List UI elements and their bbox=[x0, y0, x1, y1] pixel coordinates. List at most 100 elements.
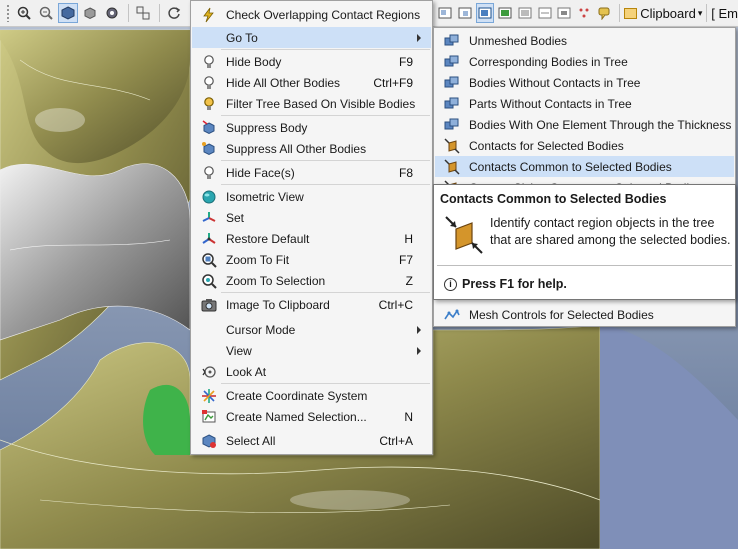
hint-icon[interactable] bbox=[595, 3, 613, 23]
menu-item-hide-all-other-bodies[interactable]: Hide All Other Bodies Ctrl+F9 bbox=[192, 72, 431, 93]
zoom-selection-icon bbox=[192, 273, 226, 289]
menu-item-parts-without-contacts-in-tree[interactable]: Parts Without Contacts in Tree bbox=[435, 93, 734, 114]
select-filter-icon[interactable] bbox=[456, 3, 474, 23]
bodies-icon bbox=[435, 54, 469, 70]
menu-item-label: Bodies With One Element Through the Thic… bbox=[469, 117, 732, 132]
extend-selection-icon[interactable] bbox=[575, 3, 593, 23]
select-filter-icon[interactable] bbox=[496, 3, 514, 23]
menu-separator bbox=[221, 160, 430, 161]
menu-item-create-named-selection[interactable]: Create Named Selection... N bbox=[192, 406, 431, 427]
suppress-body-icon bbox=[192, 119, 226, 136]
menu-item-label: Isometric View bbox=[226, 189, 304, 204]
menu-item-corresponding-bodies-in-tree[interactable]: Corresponding Bodies in Tree bbox=[435, 51, 734, 72]
rotate-view-icon[interactable] bbox=[102, 3, 122, 23]
menu-item-label: Cursor Mode bbox=[226, 322, 296, 337]
bulb-icon bbox=[192, 54, 226, 70]
menu-item-suppress-all-other-bodies[interactable]: Suppress All Other Bodies bbox=[192, 138, 431, 159]
menu-item-label: Bodies Without Contacts in Tree bbox=[469, 75, 641, 90]
bodies-icon bbox=[435, 117, 469, 133]
clipboard-icon bbox=[624, 7, 638, 19]
menu-item-cursor-mode[interactable]: Cursor Mode bbox=[192, 319, 431, 340]
tooltip-help-text: Press F1 for help. bbox=[462, 277, 567, 291]
menu-item-mesh-controls-for-selected-bodies[interactable]: Mesh Controls for Selected Bodies bbox=[435, 304, 734, 325]
menu-item-contacts-common-to-selected-bodies[interactable]: Contacts Common to Selected Bodies bbox=[435, 156, 734, 177]
menu-item-suppress-body[interactable]: Suppress Body bbox=[192, 117, 431, 138]
axis-restore-icon bbox=[192, 231, 226, 247]
clipboard-dropdown[interactable]: Clipboard ▾ bbox=[624, 6, 702, 21]
menu-item-label: Contacts for Selected Bodies bbox=[469, 138, 624, 153]
submenu-arrow-icon bbox=[417, 33, 421, 42]
menu-item-look-at[interactable]: Look At bbox=[192, 361, 431, 382]
menu-separator bbox=[221, 383, 430, 384]
menu-item-filter-tree-based-on-visible-bodies[interactable]: Filter Tree Based On Visible Bodies bbox=[192, 93, 431, 114]
menu-item-label: Corresponding Bodies in Tree bbox=[469, 54, 628, 69]
menu-item-hide-face-s[interactable]: Hide Face(s) F8 bbox=[192, 162, 431, 183]
menu-item-shortcut: Ctrl+C bbox=[378, 297, 413, 312]
select-mode-icon[interactable] bbox=[133, 3, 153, 23]
menu-item-hide-body[interactable]: Hide Body F9 bbox=[192, 51, 431, 72]
lightning-icon bbox=[192, 7, 226, 23]
menu-item-label: Hide All Other Bodies bbox=[226, 75, 341, 90]
suppress-others-icon bbox=[192, 141, 226, 157]
select-filter-icon[interactable] bbox=[536, 3, 554, 23]
menu-separator bbox=[221, 49, 430, 50]
menu-item-label: Look At bbox=[226, 364, 267, 379]
menu-item-go-to[interactable]: Go To bbox=[192, 27, 431, 48]
menu-item-shortcut: F8 bbox=[398, 165, 413, 180]
box-view-icon[interactable] bbox=[80, 3, 100, 23]
menu-item-label: Set bbox=[226, 210, 245, 225]
menu-item-label: Zoom To Selection bbox=[226, 273, 326, 288]
tooltip-description: Identify contact region objects in the t… bbox=[490, 216, 731, 247]
context-menu: Check Overlapping Contact Regions Go To Hi… bbox=[190, 0, 433, 455]
menu-item-zoom-to-fit[interactable]: Zoom To Fit F7 bbox=[192, 249, 431, 270]
reset-view-icon[interactable] bbox=[164, 3, 184, 23]
menu-item-label: Go To bbox=[226, 30, 258, 45]
menu-item-label: Check Overlapping Contact Regions bbox=[226, 7, 421, 22]
tooltip: Contacts Common to Selected Bodies Ident… bbox=[433, 184, 736, 300]
menu-item-zoom-to-selection[interactable]: Zoom To Selection Z bbox=[192, 270, 431, 291]
menu-item-label: Suppress Body bbox=[226, 120, 308, 135]
menu-item-set[interactable]: Set bbox=[192, 207, 431, 228]
menu-item-view[interactable]: View bbox=[192, 340, 431, 361]
bulb-icon bbox=[192, 165, 226, 181]
select-filter-icon[interactable] bbox=[556, 3, 574, 23]
tooltip-title: Contacts Common to Selected Bodies bbox=[440, 192, 667, 206]
menu-item-label: Filter Tree Based On Visible Bodies bbox=[226, 96, 416, 111]
menu-item-restore-default[interactable]: Restore Default H bbox=[192, 228, 431, 249]
select-filter-icon[interactable] bbox=[516, 3, 534, 23]
submenu-arrow-icon bbox=[417, 325, 421, 334]
menu-item-label: Zoom To Fit bbox=[226, 252, 290, 267]
menu-item-label: Hide Face(s) bbox=[226, 165, 295, 180]
menu-item-create-coordinate-system[interactable]: Create Coordinate System bbox=[192, 385, 431, 406]
menu-item-unmeshed-bodies[interactable]: Unmeshed Bodies bbox=[435, 30, 734, 51]
menu-item-contacts-for-selected-bodies[interactable]: Contacts for Selected Bodies bbox=[435, 135, 734, 156]
bodies-icon bbox=[435, 96, 469, 112]
menu-item-label: View bbox=[226, 343, 252, 358]
zoom-fit-icon bbox=[192, 252, 226, 268]
menu-item-label: Hide Body bbox=[226, 54, 282, 69]
clipboard-label: Clipboard bbox=[640, 5, 696, 21]
menu-item-bodies-with-one-element-through-the-thickness[interactable]: Bodies With One Element Through the Thic… bbox=[435, 114, 734, 135]
menu-item-label: Unmeshed Bodies bbox=[469, 33, 568, 48]
menu-item-image-to-clipboard[interactable]: Image To Clipboard Ctrl+C bbox=[192, 294, 431, 315]
empty-dropdown[interactable]: [ Em bbox=[711, 6, 738, 21]
menu-item-label: Contacts Common to Selected Bodies bbox=[469, 159, 672, 174]
graphics-toolbar-left bbox=[0, 0, 192, 27]
menu-item-label: Image To Clipboard bbox=[226, 297, 330, 312]
camera-icon bbox=[192, 297, 226, 313]
menu-separator bbox=[221, 115, 430, 116]
menu-item-label: Suppress All Other Bodies bbox=[226, 141, 367, 156]
select-filter-icon[interactable] bbox=[475, 3, 494, 23]
zoom-in-icon[interactable] bbox=[14, 3, 34, 23]
menu-item-isometric-view[interactable]: Isometric View bbox=[192, 186, 431, 207]
menu-item-select-all[interactable]: Select All Ctrl+A bbox=[192, 430, 431, 451]
zoom-out-icon[interactable] bbox=[36, 3, 56, 23]
chevron-down-icon: ▾ bbox=[697, 7, 703, 18]
select-filter-icon[interactable] bbox=[436, 3, 454, 23]
menu-item-label: Select All bbox=[226, 433, 276, 448]
coordinate-system-icon bbox=[192, 388, 226, 404]
body-select-icon[interactable] bbox=[58, 3, 78, 23]
menu-item-check-overlapping-contact-regions[interactable]: Check Overlapping Contact Regions bbox=[192, 4, 431, 25]
toolbar-grip[interactable] bbox=[6, 4, 10, 22]
menu-item-bodies-without-contacts-in-tree[interactable]: Bodies Without Contacts in Tree bbox=[435, 72, 734, 93]
